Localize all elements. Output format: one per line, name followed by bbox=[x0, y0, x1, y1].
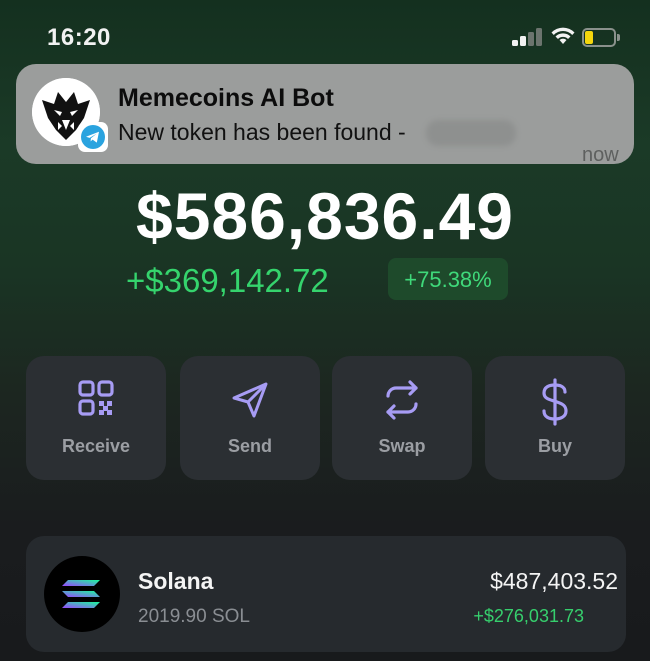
status-time: 16:20 bbox=[47, 24, 111, 51]
token-change: +$276,031.73 bbox=[473, 606, 584, 626]
wifi-icon bbox=[550, 26, 576, 46]
total-balance: $586,836.49 bbox=[135, 179, 515, 253]
notification-body: New token has been found - bbox=[118, 119, 406, 145]
status-bar: 16:20 bbox=[0, 0, 650, 60]
solana-logo-icon bbox=[44, 556, 120, 632]
dollar-icon bbox=[485, 378, 625, 426]
receive-label: Receive bbox=[61, 436, 131, 456]
balance-change-value: +$369,142.72 bbox=[126, 262, 329, 299]
token-name: Solana bbox=[138, 568, 214, 594]
token-row-solana[interactable]: Solana 2019.90 SOL $487,403.52 +$276,031… bbox=[26, 536, 626, 652]
send-button[interactable]: Send bbox=[180, 356, 320, 480]
send-label: Send bbox=[227, 436, 272, 456]
buy-label: Buy bbox=[537, 436, 572, 456]
cellular-signal-icon bbox=[512, 28, 544, 46]
battery-icon bbox=[582, 28, 620, 47]
redacted-token-name bbox=[426, 120, 516, 146]
balance-change-percent: +75.38% bbox=[404, 267, 492, 292]
push-notification[interactable]: Memecoins AI Bot New token has been foun… bbox=[16, 64, 634, 166]
token-amount: 2019.90 SOL bbox=[138, 606, 250, 627]
notification-title: Memecoins AI Bot bbox=[118, 84, 334, 112]
receive-button[interactable]: Receive bbox=[26, 356, 166, 480]
swap-icon bbox=[332, 378, 472, 422]
balance-change-percent-badge: +75.38% bbox=[388, 258, 508, 300]
notification-time: now bbox=[582, 144, 619, 166]
telegram-icon bbox=[78, 122, 108, 152]
token-value: $487,403.52 bbox=[490, 568, 618, 594]
swap-button[interactable]: Swap bbox=[332, 356, 472, 480]
send-icon bbox=[180, 378, 320, 422]
buy-button[interactable]: Buy bbox=[485, 356, 625, 480]
qr-code-icon bbox=[26, 378, 166, 422]
swap-label: Swap bbox=[378, 436, 426, 456]
